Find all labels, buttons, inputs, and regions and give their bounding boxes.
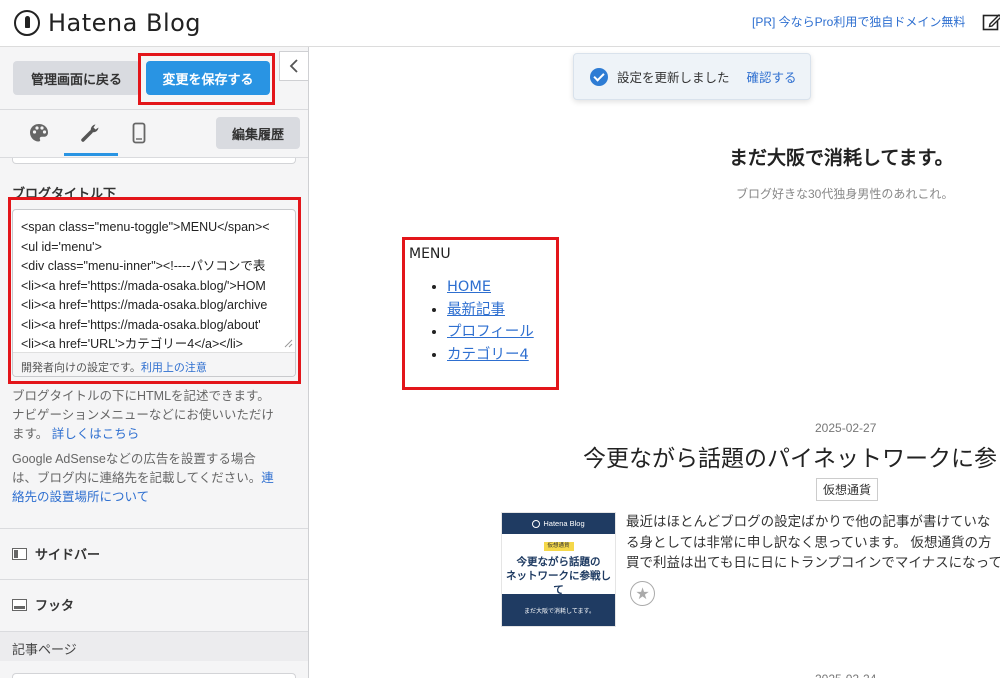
panel-tabs: 編集履歴 <box>0 110 308 158</box>
html-code-textarea[interactable]: <span class="menu-toggle">MENU</span>< <… <box>12 209 296 377</box>
toast-message: 設定を更新しました <box>617 71 730 85</box>
pro-promo-link[interactable]: [PR] 今ならPro利用で独自ドメイン無料 <box>752 13 965 30</box>
help-line-text: は、ブログ内に連絡先を記載してください。 <box>12 471 262 485</box>
hatena-blog-logo[interactable]: Hatena Blog <box>14 9 201 37</box>
help-line-text: ます。 <box>12 427 49 441</box>
edit-icon[interactable] <box>982 12 1000 32</box>
chevron-left-icon <box>289 59 298 73</box>
next-field-edge <box>12 673 296 678</box>
collapse-panel-button[interactable] <box>279 51 308 81</box>
next-post-date: 2025-02-24 <box>815 672 876 678</box>
usage-notes-link[interactable]: 利用上の注意 <box>141 362 207 374</box>
back-to-admin-button[interactable]: 管理画面に戻る <box>13 61 140 95</box>
thumbnail-category-badge: 仮想通貨 <box>543 542 574 551</box>
sidebar-layout-icon <box>12 547 27 560</box>
code-line: <li><a href='https://mada-osaka.blog/arc… <box>21 298 268 312</box>
help-text-adsense: Google AdSenseなどの広告を設置する場合 は、ブログ内に連絡先を記載… <box>12 450 296 507</box>
help-line: Google AdSenseなどの広告を設置する場合 <box>12 452 256 466</box>
article-page-group-label: 記事ページ <box>0 631 308 661</box>
code-line: <span class="menu-toggle">MENU</span>< <box>21 220 270 234</box>
contact-placement-link-cont[interactable]: 絡先の設置場所について <box>12 490 149 504</box>
post-excerpt: 最近はほとんどブログの設定ばかりで他の記事が書けていな る身としては非常に申し訳… <box>626 512 1000 574</box>
developer-note-text: 開発者向けの設定です。 <box>21 362 141 374</box>
help-line-mixed: は、ブログ内に連絡先を記載してください。連 <box>12 469 296 488</box>
menu-item: 最新記事 <box>447 299 534 322</box>
logo-text: Hatena Blog <box>48 9 202 37</box>
save-changes-button[interactable]: 変更を保存する <box>146 61 270 95</box>
customize-panel: 管理画面に戻る 変更を保存する 編集履歴 ブログタイトル下 <span clas… <box>0 47 309 678</box>
menu-item: カテゴリー4 <box>447 344 534 367</box>
thumbnail-title-line: ネットワークに参戦して <box>506 570 611 596</box>
menu-link-latest[interactable]: 最新記事 <box>447 302 505 318</box>
excerpt-line: 買で利益は出ても日に日にトランプコインでマイナスになって <box>626 555 1000 570</box>
menu-item: HOME <box>447 276 534 299</box>
code-line: <div class="menu-inner"><!----パソコンで表 <box>21 259 266 273</box>
add-star-icon[interactable]: ★ <box>630 581 655 606</box>
developer-note: 開発者向けの設定です。利用上の注意 <box>13 352 295 376</box>
toast-confirm-link[interactable]: 確認する <box>747 67 797 86</box>
smartphone-icon <box>132 122 146 144</box>
help-line-last: ます。 詳しくはこちら <box>12 425 296 444</box>
thumbnail-footer: まだ大阪で消耗してます。 <box>502 594 615 626</box>
menu-link-category4[interactable]: カテゴリー4 <box>447 347 529 363</box>
thumbnail-header: Hatena Blog <box>502 513 615 534</box>
thumbnail-title-line: 今更ながら話題の <box>516 556 601 568</box>
post-date: 2025-02-27 <box>815 421 877 435</box>
menu-link-home[interactable]: HOME <box>447 279 491 295</box>
tab-customize[interactable] <box>64 110 118 156</box>
accordion-label: フッタ <box>35 598 75 613</box>
thumbnail-logo-text: Hatena Blog <box>543 519 585 528</box>
code-line: <li><a href='https://mada-osaka.blog/abo… <box>21 317 261 332</box>
code-line: <ul id='menu'> <box>21 239 102 254</box>
post-thumbnail[interactable]: Hatena Blog 仮想通貨 今更ながら話題の ネットワークに参戦して まだ… <box>501 512 616 627</box>
help-text-html: ブログタイトルの下にHTMLを記述できます。 ナビゲーションメニューなどにお使い… <box>12 387 296 444</box>
post-category-tag[interactable]: 仮想通貨 <box>816 478 879 501</box>
edit-history-button[interactable]: 編集履歴 <box>216 117 300 149</box>
help-line: ブログタイトルの下にHTMLを記述できます。 <box>12 389 270 403</box>
menu-item: プロフィール <box>447 321 534 344</box>
blog-description: ブログ好きな30代独身男性のあれこれ。 <box>736 187 954 201</box>
excerpt-line: る身としては非常に申し訳なく思っています。 仮想通貨の方 <box>626 534 992 550</box>
code-line: <li><a href='https://mada-osaka.blog/'>H… <box>21 278 266 293</box>
tab-smartphone[interactable] <box>112 110 166 156</box>
accordion-sidebar[interactable]: サイドバー <box>0 528 308 578</box>
resize-grip-icon[interactable] <box>283 338 293 348</box>
excerpt-line: 最近はほとんどブログの設定ばかりで他の記事が書けていな <box>626 514 991 529</box>
help-line-link: 絡先の設置場所について <box>12 488 296 507</box>
wrench-icon <box>81 124 99 142</box>
check-circle-icon <box>590 67 608 86</box>
palette-icon <box>30 124 48 142</box>
blog-title[interactable]: まだ大阪で消耗してます。 <box>729 143 954 170</box>
panel-action-row: 管理画面に戻る 変更を保存する <box>0 47 308 110</box>
settings-updated-toast: 設定を更新しました 確認する <box>573 53 811 100</box>
top-bar: Hatena Blog [PR] 今ならPro利用で独自ドメイン無料 <box>0 0 1000 47</box>
menu-list: HOME 最新記事 プロフィール カテゴリー4 <box>409 276 534 366</box>
learn-more-link[interactable]: 詳しくはこちら <box>52 427 140 441</box>
tab-design[interactable] <box>12 110 66 156</box>
menu-link-profile[interactable]: プロフィール <box>447 324 534 340</box>
code-lines: <span class="menu-toggle">MENU</span>< <… <box>21 218 295 355</box>
help-line: ナビゲーションメニューなどにお使いいただけ <box>12 408 274 422</box>
post-title[interactable]: 今更ながら話題のパイネットワークに参 <box>583 439 997 473</box>
thumbnail-title: 今更ながら話題の ネットワークに参戦して <box>502 555 615 597</box>
thumbnail-logo-icon <box>532 519 541 528</box>
previous-field-edge <box>12 158 296 164</box>
accordion-label: サイドバー <box>35 547 101 562</box>
nav-menu-preview: MENU HOME 最新記事 プロフィール カテゴリー4 <box>409 246 534 366</box>
footer-layout-icon <box>12 598 27 611</box>
blog-title-below-label: ブログタイトル下 <box>12 186 117 201</box>
accordion-footer[interactable]: フッタ <box>0 579 308 629</box>
pen-nib-icon <box>14 10 40 36</box>
contact-placement-link[interactable]: 連 <box>261 471 274 485</box>
menu-toggle[interactable]: MENU <box>409 246 534 262</box>
